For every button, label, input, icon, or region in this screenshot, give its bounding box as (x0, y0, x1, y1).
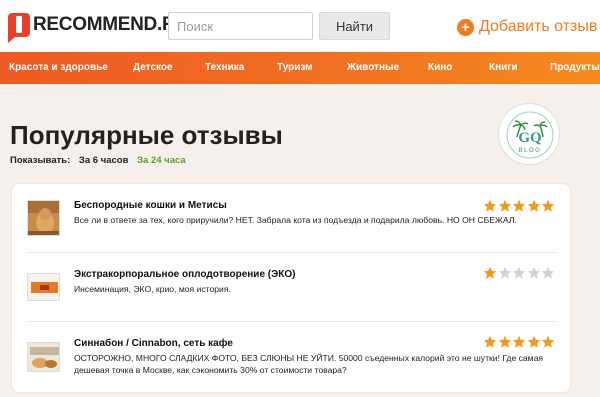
rating-stars (483, 266, 556, 280)
logo-text: RECOMMEND.RU (33, 14, 189, 35)
nav-item-cinema[interactable]: Кино (428, 52, 452, 84)
nav-item-tourism[interactable]: Туризм (277, 52, 313, 84)
nav-item-books[interactable]: Книги (489, 52, 518, 84)
star-filled-icon (498, 335, 511, 348)
cafe-photo-icon[interactable] (27, 342, 60, 372)
period-24h-link[interactable]: За 24 часа (137, 155, 186, 166)
review-title[interactable]: Экстракорпоральное оплодотворение (ЭКО) (74, 269, 295, 280)
star-filled-icon (527, 335, 540, 348)
cat-photo-icon[interactable] (27, 200, 60, 236)
star-filled-icon (512, 199, 526, 212)
star-empty-icon (498, 266, 511, 279)
star-empty-icon (512, 266, 526, 279)
reviews-card: Беспородные кошки и Метисы Все ли в отве… (11, 183, 571, 393)
plus-circle-icon: + (457, 18, 474, 36)
nav-item-tech[interactable]: Техника (205, 52, 244, 84)
show-label: Показывать: (10, 155, 71, 166)
star-filled-icon (483, 266, 497, 279)
logo-mark-icon (8, 13, 30, 43)
badge-text: BLOG (519, 148, 542, 154)
rating-stars (483, 335, 556, 349)
divider (28, 321, 556, 322)
star-filled-icon (527, 199, 540, 212)
add-review-label: Добавить отзыв (479, 18, 598, 35)
page-title: Популярные отзывы (10, 120, 283, 150)
review-text: Инсеминация, ЭКО, крио, моя история. (74, 284, 231, 294)
period-filter: Показывать: За 6 часов За 24 часа (10, 155, 186, 166)
star-filled-icon (483, 335, 497, 348)
site-logo[interactable]: RECOMMEND.RU (8, 12, 189, 43)
medical-photo-icon[interactable] (27, 273, 60, 301)
site-header: RECOMMEND.RU Найти + Добавить отзыв (0, 0, 600, 52)
review-text: ОСТОРОЖНО, МНОГО СЛАДКИХ ФОТО, БЕЗ СЛЮНЫ… (74, 353, 544, 375)
star-filled-icon (541, 199, 555, 212)
gq-blog-logo-icon: GQ BLOG (506, 111, 554, 159)
review-title[interactable]: Беспородные кошки и Метисы (74, 200, 227, 211)
star-filled-icon (483, 199, 497, 212)
star-filled-icon (541, 335, 555, 348)
divider (28, 252, 556, 253)
star-empty-icon (527, 266, 540, 279)
nav-item-products[interactable]: Продукты (550, 52, 600, 84)
search-input[interactable] (168, 12, 313, 40)
category-nav: Красота и здоровье Детское Техника Туриз… (0, 52, 600, 84)
star-filled-icon (498, 199, 511, 212)
gq-blog-badge[interactable]: GQ BLOG (498, 103, 560, 165)
star-empty-icon (541, 266, 555, 279)
badge-letters: GQ (518, 130, 542, 146)
nav-item-animals[interactable]: Животные (347, 52, 399, 84)
review-title[interactable]: Синнабон / Cinnabon, сеть кафе (74, 338, 233, 349)
review-text: Все ли в ответе за тех, кого приручили? … (74, 215, 517, 225)
star-filled-icon (512, 335, 526, 348)
rating-stars (483, 199, 556, 213)
period-6h-link[interactable]: За 6 часов (79, 155, 129, 166)
nav-item-kids[interactable]: Детское (133, 52, 173, 84)
nav-item-beauty[interactable]: Красота и здоровье (9, 52, 108, 84)
add-review-button[interactable]: + Добавить отзыв (457, 16, 597, 38)
search-button[interactable]: Найти (319, 12, 390, 40)
